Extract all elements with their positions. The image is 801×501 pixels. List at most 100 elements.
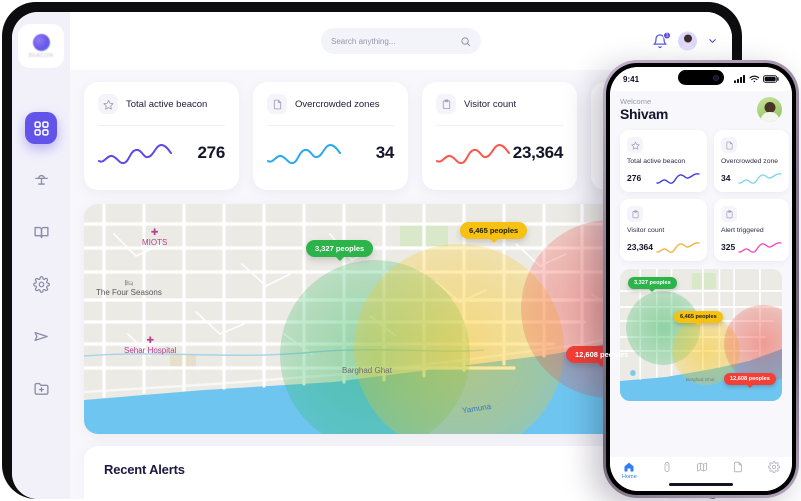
phone-zone-pill-green[interactable]: 3,327 peoples [628,277,677,289]
star-icon [627,137,643,153]
map-icon [697,462,708,472]
send-icon [33,331,48,341]
stat-card-header: Total active beacon [98,94,225,114]
stat-card-title: Total active beacon [126,98,208,110]
chevron-down-icon[interactable] [707,36,718,47]
sidebar-item-settings[interactable] [25,268,57,300]
phone-card-alert-triggered[interactable]: Alert triggered 325 [714,199,790,261]
stat-card-header: Overcrowded zones [267,94,394,114]
zone-pill-green[interactable]: 3,327 peoples [306,240,374,257]
document-icon [267,94,287,114]
sparkline-chart [267,144,341,165]
sidebar-item-files[interactable] [25,372,57,404]
phone-card-title: Alert triggered [721,227,764,234]
beacon-icon [34,174,48,185]
stat-card-body: 34 [267,138,394,168]
clipboard-icon [627,206,643,222]
phone-card-value: 23,364 [627,242,653,252]
phone-card-footer: 325 [721,239,782,255]
phone-avatar[interactable] [757,97,782,122]
hospital-cross-icon: ✚ [150,227,159,237]
search-input[interactable] [331,36,454,46]
phone-card-footer: 276 [627,170,700,186]
phone-content: Welcome Shivam Total active beacon 276 O… [610,91,792,457]
map-poi-label: MIOTS [142,238,168,247]
sparkline-chart [738,173,782,184]
phone-map-label: Barghad Ghat [686,377,715,382]
stat-card-body: 276 [98,138,225,168]
tab-reports[interactable] [732,461,744,473]
phone-card-footer: 34 [721,170,782,186]
sparkline-chart [738,242,782,253]
gear-icon [768,461,781,473]
phone-zone-pill-yellow[interactable]: 6,465 peoples [674,311,723,323]
sparkline-chart [98,144,172,165]
phone-card-value: 325 [721,242,736,252]
logo-wordmark: BEACON [28,52,54,59]
sidebar-item-dashboard[interactable] [25,112,57,144]
phone-zone-pill-label: 3,327 peoples [634,280,671,286]
signal-icon [734,75,746,83]
phone-heatmap[interactable]: Barghad Ghat 3,327 peoples 6,465 peoples… [620,269,782,401]
phone-stat-cards: Total active beacon 276 Overcrowded zone… [620,130,790,261]
tab-settings[interactable] [768,461,781,473]
tab-map[interactable] [696,461,708,473]
divider [98,125,225,126]
zone-pill-label: 3,327 peoples [315,244,365,253]
stat-card-body: 23,364 [436,138,563,168]
stat-card-value: 276 [197,143,226,162]
search-box[interactable] [321,28,481,54]
welcome-label: Welcome [620,97,652,106]
tab-home[interactable]: Home [622,461,637,480]
phone-greeting-block: Welcome Shivam [620,97,668,122]
app-logo[interactable]: BEACON [18,24,64,68]
phone-zone-pill-red[interactable]: 12,608 peoples [724,373,776,385]
phone-bezel: 9:41 Welcome Shivam Total active beacon … [606,63,796,495]
phone-card-overcrowded-zone[interactable]: Overcrowded zone 34 [714,130,790,192]
stat-card-value: 34 [375,143,395,162]
grid-icon [33,120,49,136]
beacon-icon [664,462,670,472]
folder-add-icon [33,382,49,395]
phone-zone-pill-label: 12,608 peoples [730,376,770,382]
map-poi-four-seasons[interactable]: 🛏 The Four Seasons [96,280,162,297]
phone-zone-pill-label: 6,465 peoples [680,314,717,320]
sidebar: BEACON [12,12,70,499]
map-poi-sehar-hospital[interactable]: ✚ Sehar Hospital [124,335,177,356]
avatar[interactable] [678,31,697,51]
heatmap-panel[interactable]: ✚ MIOTS 🛏 The Four Seasons ✚ Sehar Hospi… [84,204,668,434]
phone-card-title: Total active beacon [627,158,686,165]
phone-card-total-active-beacon[interactable]: Total active beacon 276 [620,130,707,192]
sidebar-item-messages[interactable] [25,320,57,352]
sidebar-item-reports[interactable] [25,216,57,248]
phone-card-title: Visitor count [627,227,665,234]
map-label-barghad-ghat: Barghad Ghat [342,366,392,375]
stat-card-overcrowded-zones[interactable]: Overcrowded zones 34 [253,82,408,190]
home-indicator [669,483,733,486]
phone-screen: 9:41 Welcome Shivam Total active beacon … [610,67,792,491]
status-indicators [734,75,779,83]
avatar-body [681,43,694,51]
map-poi-label: The Four Seasons [96,288,162,297]
notifications-button[interactable]: 1 [652,31,671,49]
star-icon [98,94,118,114]
divider [436,125,563,126]
phone-card-visitor-count[interactable]: Visitor count 23,364 [620,199,707,261]
stat-card-visitor-count[interactable]: Visitor count 23,364 [422,82,577,190]
hospital-cross-icon: ✚ [146,335,155,345]
stat-card-total-active-beacon[interactable]: Total active beacon 276 [84,82,239,190]
sidebar-nav [25,112,57,404]
sparkline-chart [656,173,700,184]
home-icon [624,462,634,472]
recent-alerts-panel: Recent Alerts [84,446,668,499]
map-poi-miots[interactable]: ✚ MIOTS [142,227,168,248]
stat-card-value: 23,364 [512,143,564,162]
stat-card-header: Visitor count [436,94,563,114]
tab-beacons[interactable] [661,461,673,473]
stat-card-title: Visitor count [464,98,517,110]
sidebar-item-beacons[interactable] [25,164,57,196]
sparkline-chart [436,144,510,165]
map-poi-label: Sehar Hospital [124,346,177,355]
zone-pill-yellow[interactable]: 6,465 peoples [460,222,528,239]
clipboard-icon [721,206,737,222]
